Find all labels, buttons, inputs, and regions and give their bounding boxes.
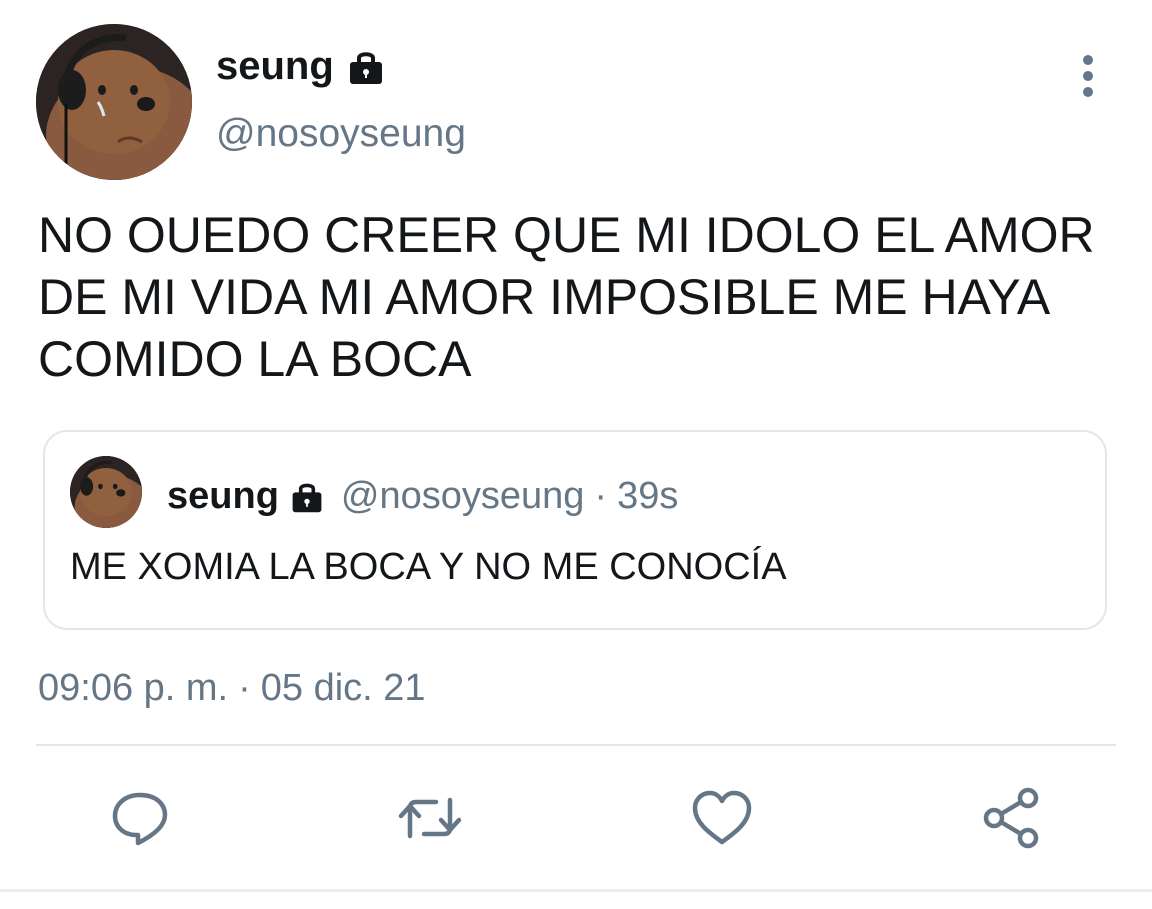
- quoted-avatar: [70, 456, 142, 528]
- tweet-text: NO OUEDO CREER QUE MI IDOLO EL AMOR DE M…: [38, 207, 1095, 387]
- like-button[interactable]: [690, 786, 754, 850]
- share-icon: [983, 787, 1039, 849]
- bottom-divider: [0, 889, 1152, 892]
- retweet-icon: [398, 797, 462, 839]
- reply-icon: [112, 792, 168, 846]
- quoted-header: seung @nosoyseung · 39s: [167, 474, 678, 518]
- avatar[interactable]: [36, 24, 192, 180]
- more-vertical-icon: [1083, 55, 1093, 97]
- lock-icon: [289, 478, 325, 514]
- quoted-age: 39s: [617, 475, 679, 517]
- display-name-text: seung: [216, 44, 334, 88]
- reply-button[interactable]: [108, 786, 172, 850]
- tweet-timestamp[interactable]: 09:06 p. m. · 05 dic. 21: [38, 665, 426, 711]
- like-icon: [692, 790, 752, 845]
- more-options-button[interactable]: [1070, 52, 1106, 100]
- quoted-tweet-card[interactable]: seung @nosoyseung · 39s ME XOMIA LA BOCA…: [43, 430, 1107, 630]
- quoted-handle: @nosoyseung: [340, 475, 585, 517]
- timestamp-date: 05 dic. 21: [260, 667, 426, 709]
- divider: [36, 744, 1116, 746]
- timestamp-separator: ·: [238, 667, 251, 709]
- share-button[interactable]: [980, 786, 1044, 850]
- timestamp-time: 09:06 p. m.: [38, 667, 229, 709]
- user-handle[interactable]: @nosoyseung: [216, 111, 466, 157]
- lock-icon: [346, 46, 386, 86]
- quoted-tweet-text: ME XOMIA LA BOCA Y NO ME CONOCÍA: [70, 546, 787, 588]
- retweet-button[interactable]: [398, 786, 462, 850]
- quoted-separator: ·: [594, 475, 608, 517]
- quoted-display-name: seung: [167, 475, 279, 517]
- display-name[interactable]: seung: [216, 42, 386, 90]
